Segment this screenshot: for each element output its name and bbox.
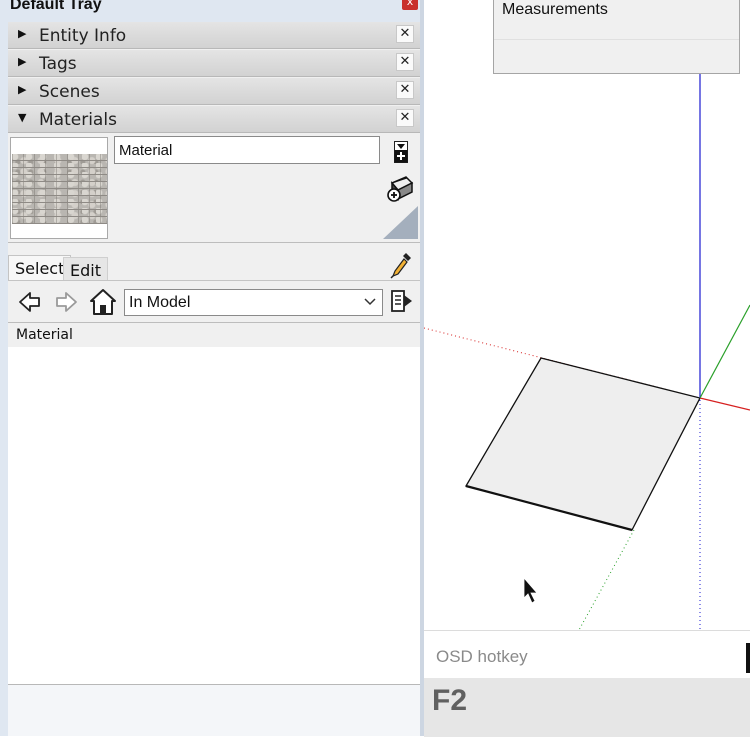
tray-title: Default Tray	[10, 0, 102, 13]
divider	[8, 242, 420, 243]
red-axis	[699, 397, 750, 411]
tray-content: ▶ Entity Info ✕ ▶ Tags ✕ ▶ Scenes ✕ ▼ Ma…	[8, 22, 420, 736]
expand-triangle-icon: ▶	[18, 55, 27, 68]
default-tray: Default Tray x ▶ Entity Info ✕ ▶ Tags ✕ …	[0, 0, 424, 736]
material-name-input[interactable]: Material	[114, 136, 380, 164]
collection-select-value: In Model	[129, 294, 191, 311]
tab-edit[interactable]: Edit	[63, 257, 108, 281]
stone-texture-swatch	[12, 154, 107, 224]
navigation-row: In Model	[8, 286, 420, 320]
scene-canvas	[424, 74, 750, 631]
panel-label: Entity Info	[39, 26, 127, 46]
panel-close-button[interactable]: ✕	[396, 25, 414, 43]
osd-hotkey-overlay: OSD hotkey F2	[424, 630, 750, 737]
collapse-triangle-icon: ▼	[18, 111, 27, 124]
list-header: Material	[8, 323, 420, 347]
chevron-down-icon	[364, 298, 376, 306]
details-icon[interactable]	[390, 289, 414, 313]
panel-close-button[interactable]: ✕	[396, 53, 414, 71]
panel-scenes[interactable]: ▶ Scenes ✕	[8, 78, 420, 105]
panel-label: Tags	[39, 54, 77, 74]
material-list[interactable]: Material	[8, 322, 420, 685]
tray-title-bar: Default Tray x	[0, 0, 424, 18]
panel-close-button[interactable]: ✕	[396, 81, 414, 99]
osd-key: F2	[432, 684, 468, 717]
forward-arrow-icon[interactable]	[54, 290, 78, 314]
panel-close-button[interactable]: ✕	[396, 109, 414, 127]
panel-entity-info[interactable]: ▶ Entity Info ✕	[8, 22, 420, 49]
measurements-box[interactable]: Measurements	[493, 0, 740, 74]
back-arrow-icon[interactable]	[18, 290, 42, 314]
panel-materials[interactable]: ▼ Materials ✕	[8, 106, 420, 133]
panel-label: Materials	[39, 110, 117, 130]
panel-tags[interactable]: ▶ Tags ✕	[8, 50, 420, 77]
panel-label: Scenes	[39, 82, 100, 102]
green-axis	[699, 304, 750, 399]
default-material-icon[interactable]	[383, 206, 418, 239]
osd-edge-marker	[746, 643, 750, 673]
list-header-label: Material	[16, 327, 73, 343]
measurements-divider	[494, 39, 739, 40]
home-icon[interactable]	[89, 288, 117, 316]
tab-select[interactable]: Select	[8, 255, 72, 281]
expand-triangle-icon: ▶	[18, 27, 27, 40]
list-footer	[8, 684, 420, 736]
eyedropper-icon[interactable]	[389, 251, 413, 279]
sample-paint-icon[interactable]	[386, 173, 414, 203]
tab-divider	[8, 280, 420, 281]
material-preview[interactable]	[10, 137, 108, 239]
model-viewport[interactable]: Measurements OSD hotkey F2	[424, 0, 750, 737]
osd-label: OSD hotkey	[436, 647, 528, 666]
rectangle-face[interactable]	[465, 357, 701, 531]
measurements-label: Measurements	[502, 1, 608, 18]
materials-body: Material Select Edit In Model Material	[8, 135, 420, 736]
collection-select[interactable]: In Model	[124, 289, 383, 316]
cursor-arrow-icon	[523, 576, 538, 604]
tray-close-button[interactable]: x	[402, 0, 418, 10]
osd-key-area: F2	[424, 678, 750, 737]
create-material-icon[interactable]	[394, 141, 408, 163]
green-axis-dotted	[578, 529, 635, 631]
materials-tabs: Select Edit	[8, 253, 420, 281]
expand-triangle-icon: ▶	[18, 83, 27, 96]
